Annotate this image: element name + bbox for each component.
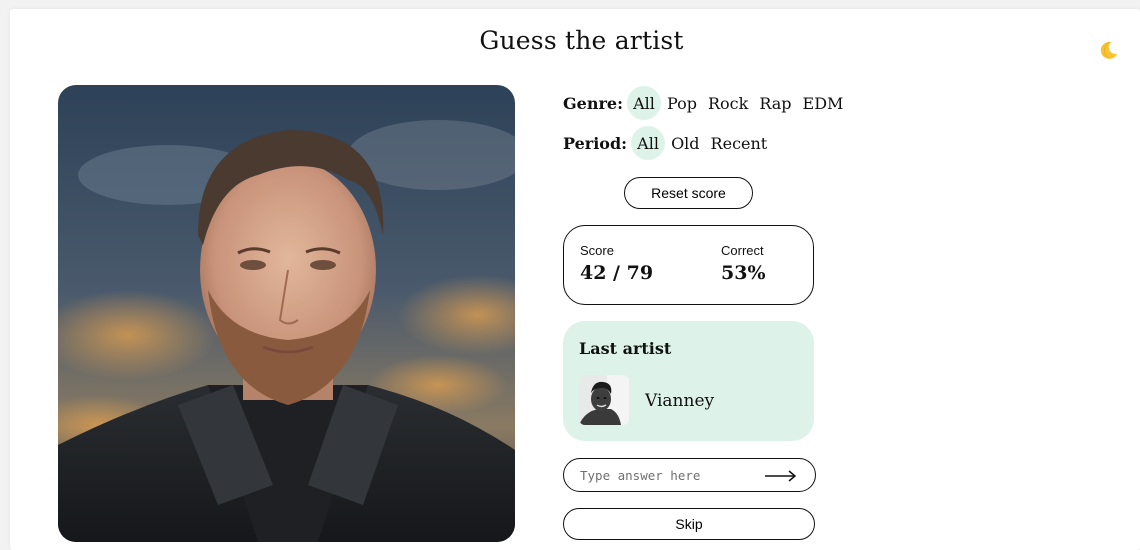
score-panel: Score 42 / 79 Correct 53% — [563, 225, 814, 305]
page-title: Guess the artist — [479, 26, 684, 55]
last-artist-heading: Last artist — [579, 339, 672, 358]
moon-icon[interactable] — [1097, 39, 1119, 61]
arrow-right-icon[interactable] — [763, 468, 799, 484]
genre-option-edm[interactable]: EDM — [798, 86, 849, 120]
period-label: Period: — [563, 133, 628, 153]
last-artist-panel: Last artist Vianney — [563, 321, 814, 441]
genre-option-rock[interactable]: Rock — [703, 86, 753, 120]
last-artist-thumbnail — [579, 375, 629, 425]
genre-label: Genre: — [563, 93, 623, 113]
reset-score-button[interactable]: Reset score — [624, 177, 753, 209]
skip-button[interactable]: Skip — [563, 508, 815, 540]
genre-option-pop[interactable]: Pop — [662, 86, 702, 120]
answer-input[interactable] — [580, 465, 750, 485]
score-stat: Score 42 / 79 — [580, 243, 653, 284]
correct-label: Correct — [721, 243, 764, 258]
genre-filter: Genre: All Pop Rock Rap EDM — [563, 86, 849, 120]
period-option-all[interactable]: All — [631, 126, 666, 160]
artist-photo — [58, 85, 515, 542]
period-option-recent[interactable]: Recent — [706, 126, 773, 160]
score-value: 42 / 79 — [580, 262, 654, 284]
correct-stat: Correct 53% — [721, 243, 766, 284]
correct-value: 53% — [721, 262, 766, 284]
period-filter: Period: All Old Recent — [563, 126, 773, 160]
period-option-old[interactable]: Old — [666, 126, 704, 160]
last-artist-name: Vianney — [645, 391, 715, 411]
genre-option-all[interactable]: All — [627, 86, 661, 120]
answer-field — [563, 458, 816, 492]
score-label: Score — [580, 243, 614, 258]
genre-option-rap[interactable]: Rap — [754, 86, 796, 120]
